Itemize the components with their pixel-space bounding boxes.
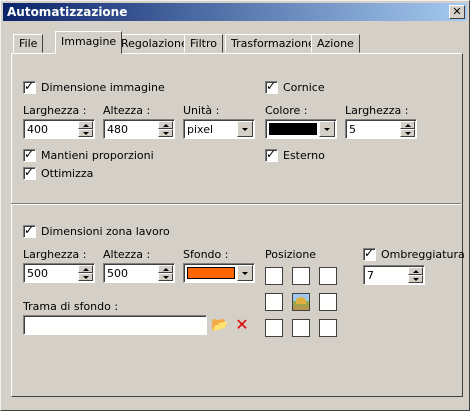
optimize-checkbox[interactable]: ✓: [23, 165, 36, 180]
keep-ratio-checkbox[interactable]: ✓: [23, 147, 36, 162]
image-height-label: Altezza :: [103, 104, 151, 117]
shadow-checkbox[interactable]: ✓: [363, 246, 376, 261]
shadow-spinner[interactable]: 7: [363, 265, 425, 285]
checkmark-icon: ✓: [24, 223, 35, 237]
close-button[interactable]: ✕: [449, 5, 465, 19]
texture-input[interactable]: [23, 315, 207, 335]
spin-down-button[interactable]: [158, 273, 173, 281]
frame-color-label: Colore :: [265, 104, 308, 117]
workspace-width-value: 500: [27, 267, 48, 280]
checkmark-icon: ✓: [24, 165, 35, 179]
frame-width-value: 5: [349, 123, 356, 136]
dimension-image-checkbox[interactable]: ✓: [23, 79, 36, 94]
checkmark-icon: ✓: [266, 147, 277, 161]
background-color-swatch: [187, 267, 235, 279]
tab-filtro[interactable]: Filtro: [184, 34, 223, 53]
spin-down-button[interactable]: [78, 129, 93, 137]
frame-checkbox[interactable]: ✓: [265, 79, 278, 94]
workspace-width-spinner[interactable]: 500: [23, 263, 95, 283]
image-width-label: Larghezza :: [23, 104, 87, 117]
texture-label: Trama di sfondo :: [23, 300, 119, 313]
spin-up-button[interactable]: [158, 265, 173, 273]
checkmark-icon: ✓: [24, 147, 35, 161]
position-top-left[interactable]: [265, 267, 283, 285]
spin-down-button[interactable]: [158, 129, 173, 137]
delete-icon[interactable]: ✕: [233, 316, 251, 334]
spin-up-button[interactable]: [408, 267, 423, 275]
position-middle-right[interactable]: [319, 293, 337, 311]
tab-azione[interactable]: Azione: [311, 34, 360, 53]
dialog-window: Automatizzazione ✕ File Immagine Regolaz…: [0, 0, 470, 411]
image-width-spinner[interactable]: 400: [23, 119, 95, 139]
checkmark-icon: ✓: [364, 246, 375, 260]
folder-open-icon[interactable]: 📂: [211, 316, 229, 334]
position-top-center[interactable]: [292, 267, 310, 285]
position-label: Posizione: [265, 248, 317, 261]
spin-down-button[interactable]: [408, 275, 423, 283]
unit-select[interactable]: pixel: [183, 119, 255, 139]
tab-immagine[interactable]: Immagine: [55, 31, 123, 54]
workspace-dimension-label: Dimensioni zona lavoro: [41, 225, 170, 238]
dimension-image-label: Dimensione immagine: [41, 81, 165, 94]
spin-up-button[interactable]: [78, 265, 93, 273]
position-bottom-left[interactable]: [265, 319, 283, 337]
frame-width-spinner[interactable]: 5: [345, 119, 417, 139]
external-label: Esterno: [283, 149, 325, 162]
spin-down-button[interactable]: [78, 273, 93, 281]
workspace-height-value: 500: [107, 267, 128, 280]
checkmark-icon: ✓: [24, 79, 35, 93]
background-label: Sfondo :: [183, 248, 229, 261]
spin-up-button[interactable]: [78, 121, 93, 129]
spin-up-button[interactable]: [158, 121, 173, 129]
chevron-down-icon[interactable]: [237, 121, 253, 137]
frame-label: Cornice: [283, 81, 325, 94]
workspace-height-spinner[interactable]: 500: [103, 263, 175, 283]
unit-value: pixel: [187, 123, 214, 136]
spin-up-button[interactable]: [400, 121, 415, 129]
spin-down-button[interactable]: [400, 129, 415, 137]
shadow-value: 7: [367, 269, 374, 282]
checkmark-icon: ✓: [266, 79, 277, 93]
external-checkbox[interactable]: ✓: [265, 147, 278, 162]
unit-label: Unità :: [183, 104, 220, 117]
window-title: Automatizzazione: [7, 5, 128, 19]
keep-ratio-label: Mantieni proporzioni: [41, 149, 154, 162]
close-icon: ✕: [452, 5, 462, 18]
title-bar[interactable]: Automatizzazione ✕: [3, 3, 467, 21]
optimize-label: Ottimizza: [41, 167, 94, 180]
position-bottom-center[interactable]: [292, 319, 310, 337]
position-center-image-icon[interactable]: [292, 293, 310, 311]
section-divider: [11, 203, 461, 205]
chevron-down-icon[interactable]: [237, 265, 253, 281]
frame-color-select[interactable]: [265, 119, 337, 139]
background-color-select[interactable]: [183, 263, 255, 283]
workspace-width-label: Larghezza :: [23, 248, 87, 261]
tab-trasformazione[interactable]: Trasformazione: [225, 34, 321, 53]
tab-regolazione[interactable]: Regolazione: [115, 34, 194, 53]
chevron-down-icon[interactable]: [319, 121, 335, 137]
workspace-height-label: Altezza :: [103, 248, 151, 261]
position-bottom-right[interactable]: [319, 319, 337, 337]
tab-file[interactable]: File: [13, 34, 44, 53]
image-height-spinner[interactable]: 480: [103, 119, 175, 139]
position-middle-left[interactable]: [265, 293, 283, 311]
frame-color-swatch: [269, 123, 317, 135]
image-width-value: 400: [27, 123, 48, 136]
image-height-value: 480: [107, 123, 128, 136]
workspace-dimension-checkbox[interactable]: ✓: [23, 223, 36, 238]
position-top-right[interactable]: [319, 267, 337, 285]
frame-width-label: Larghezza :: [345, 104, 409, 117]
shadow-label: Ombreggiatura: [381, 248, 465, 261]
